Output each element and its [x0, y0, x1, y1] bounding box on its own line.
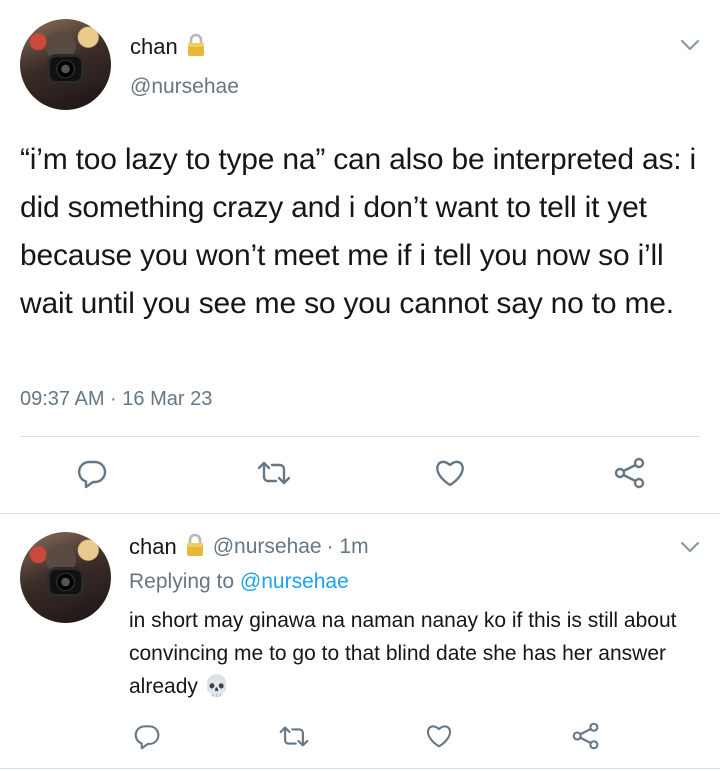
like-icon: [436, 460, 464, 487]
handle[interactable]: @nursehae: [130, 75, 239, 99]
replying-to: Replying to @nursehae: [129, 570, 349, 594]
tweet-text: “i’m too lazy to type na” can also be in…: [20, 143, 697, 320]
reply-icon: [77, 460, 107, 489]
display-name[interactable]: chan: [130, 34, 178, 60]
bottom-divider: [0, 768, 720, 769]
camera-lens: [56, 572, 75, 592]
skull-emoji: 💀: [203, 675, 230, 698]
reply-button[interactable]: [76, 457, 108, 494]
replying-prefix: Replying to: [129, 570, 235, 593]
avatar[interactable]: [20, 19, 111, 110]
retweet-icon: [257, 461, 291, 485]
reply-text: in short may ginawa na naman nanay ko if…: [129, 604, 699, 703]
lock-icon: [185, 533, 205, 562]
chevron-down-icon[interactable]: [680, 38, 700, 56]
reply-handle[interactable]: @nursehae: [213, 535, 322, 559]
reply-time[interactable]: · 1m: [327, 535, 369, 559]
reply-icon: [134, 725, 160, 750]
author-name-row[interactable]: chan: [130, 33, 206, 61]
reply-button[interactable]: [133, 722, 161, 755]
divider: [20, 436, 700, 437]
reply-avatar[interactable]: [20, 532, 111, 623]
like-button[interactable]: [434, 458, 466, 493]
lock-icon: [186, 33, 206, 62]
retweet-icon: [279, 726, 309, 747]
like-icon: [427, 725, 451, 748]
tweet-timestamp[interactable]: 09:37 AM · 16 Mar 23: [20, 388, 212, 411]
chevron-down-icon[interactable]: [680, 540, 700, 558]
like-button[interactable]: [425, 723, 453, 754]
retweet-button[interactable]: [256, 459, 292, 492]
share-icon: [572, 722, 599, 750]
share-icon: [614, 457, 645, 489]
reply-author-row[interactable]: chan @nursehae · 1m: [129, 533, 369, 561]
camera-lens: [56, 59, 75, 79]
share-button[interactable]: [571, 722, 601, 755]
share-button[interactable]: [613, 457, 647, 494]
retweet-button[interactable]: [278, 724, 310, 754]
reply-display-name[interactable]: chan: [129, 534, 177, 560]
section-divider: [0, 513, 720, 514]
replying-handle-link[interactable]: @nursehae: [240, 570, 349, 593]
